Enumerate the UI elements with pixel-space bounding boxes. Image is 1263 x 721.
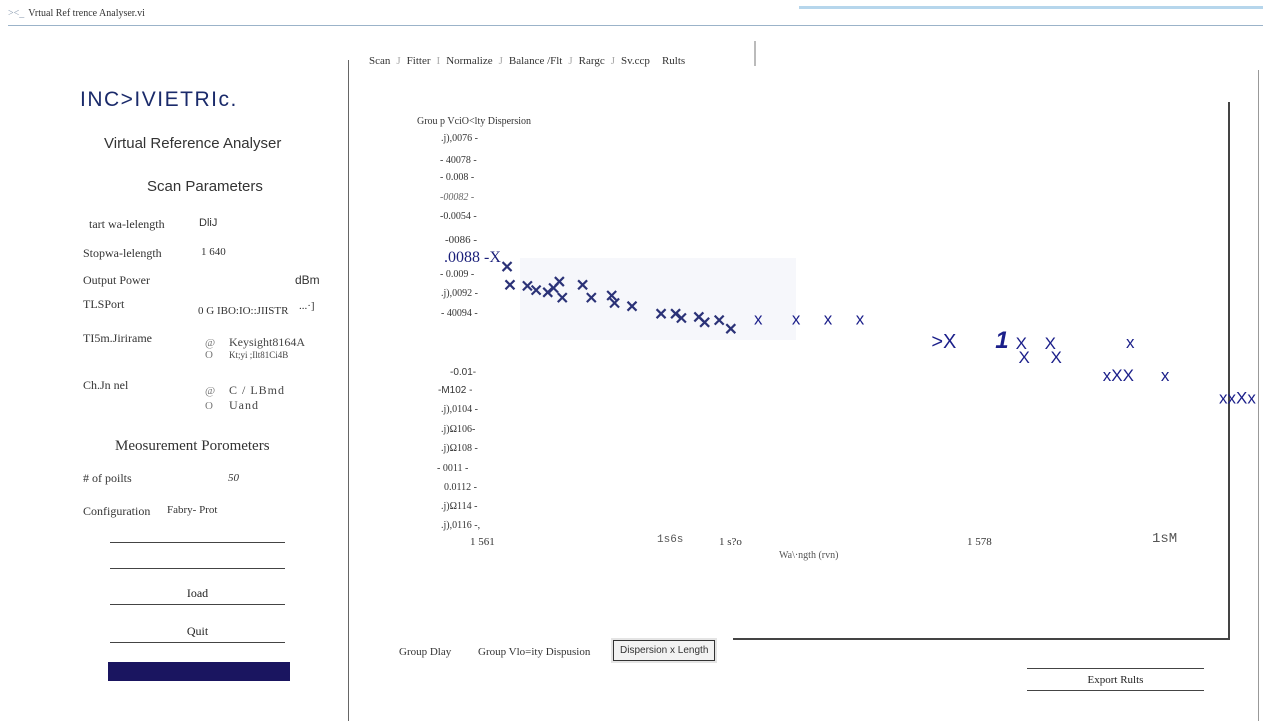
data-point xyxy=(713,314,725,326)
data-point: x xyxy=(856,309,865,328)
tab-group-delay[interactable]: Group Dlay xyxy=(399,646,451,658)
export-rule xyxy=(1027,668,1204,669)
data-point: x xyxy=(792,309,801,328)
tab-group-velocity-dispersion[interactable]: Group Vlo=ity Dispusion xyxy=(478,646,590,658)
export-rule xyxy=(1027,690,1204,691)
data-point xyxy=(577,279,588,291)
data-point: xxXx xyxy=(1219,389,1256,408)
data-point xyxy=(556,292,568,303)
tab-dispersion-length[interactable]: Dispersion x Length xyxy=(613,640,716,661)
data-point xyxy=(699,317,710,328)
data-point: x xyxy=(824,309,833,328)
data-point xyxy=(504,279,516,291)
data-point xyxy=(626,300,638,312)
data-point xyxy=(501,261,513,272)
data-point xyxy=(522,280,533,292)
data-point xyxy=(586,292,597,303)
data-point: x xyxy=(1126,333,1135,352)
data-point: 1 xyxy=(995,327,1008,354)
data-point xyxy=(530,284,542,296)
export-results-button[interactable]: Export Rults xyxy=(1027,674,1204,686)
data-point xyxy=(554,276,565,287)
data-point: >X xyxy=(931,331,956,353)
data-point: X xyxy=(1050,348,1061,367)
data-point: x xyxy=(1161,366,1170,385)
data-point: X xyxy=(1018,348,1029,367)
data-point xyxy=(655,308,667,319)
data-point: xXX xyxy=(1103,366,1134,385)
data-point xyxy=(725,323,737,334)
data-point: x xyxy=(754,309,763,328)
scatter-plot: x x x x>X 1 XXXXxxXX xxxXx xyxy=(501,261,1256,408)
data-point xyxy=(676,312,687,324)
